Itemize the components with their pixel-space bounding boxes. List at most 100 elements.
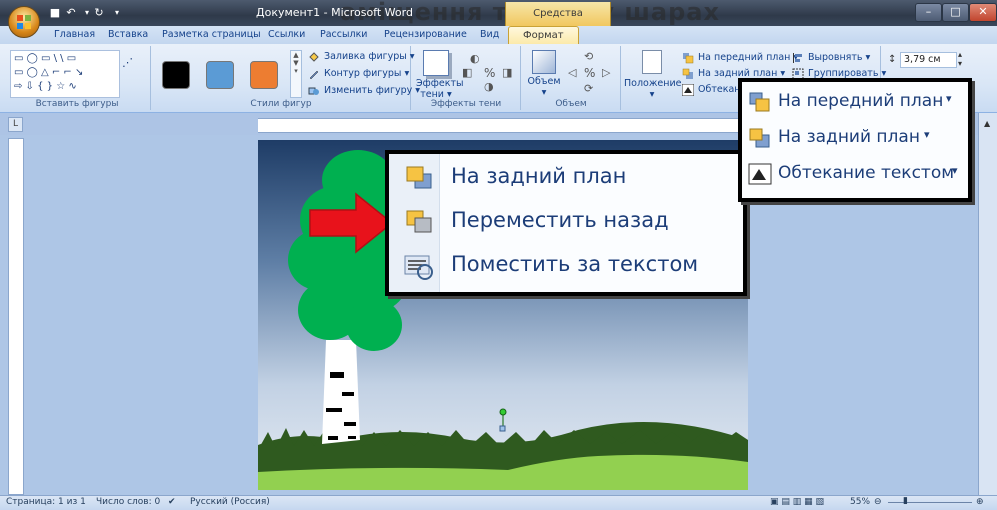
styles-scroll[interactable]: ▲ ▼ ▾ [290, 50, 302, 98]
cube-icon [532, 50, 556, 74]
tab-selector[interactable]: L [8, 117, 23, 132]
vertical-ruler[interactable] [8, 138, 24, 495]
text-wrap-icon [748, 163, 772, 185]
tab-insert[interactable]: Вставка [108, 28, 148, 44]
tilt-up-icon[interactable]: ⟲ [584, 50, 593, 63]
group-shadow-effects: Эффекты тени ▾ ◐ ◧ % ◨ ◑ Эффекты тени [412, 46, 521, 110]
position-icon [642, 50, 662, 74]
save-icon[interactable]: ■ [48, 6, 62, 20]
shape-fill-button[interactable]: Заливка фигуры ▾ [308, 50, 415, 64]
shape-height-field[interactable]: 3,79 см [900, 52, 957, 68]
group-label-shadow-effects: Эффекты тени [430, 99, 502, 109]
menu-item-behind-text[interactable]: Поместить за текстом [389, 246, 743, 286]
arrange-zoom-panel: На передний план ▾ На задний план ▾ Обте… [738, 78, 972, 202]
height-spin-icon[interactable]: ▴ ▾ [958, 50, 962, 68]
zoom-out-icon[interactable]: ⊖ [874, 497, 882, 507]
shadow-nudge-right-icon[interactable]: ◨ [502, 66, 512, 79]
tab-format[interactable]: Формат [508, 26, 579, 45]
change-shape-button[interactable]: Изменить фигуру ▾ [308, 84, 420, 98]
shadow-toggle-icon[interactable]: % [484, 66, 495, 80]
send-backward-icon [406, 210, 432, 233]
maximize-button[interactable]: □ [942, 3, 969, 22]
scroll-up-icon[interactable]: ▲ [984, 119, 990, 128]
window-title: Документ1 - Microsoft Word [256, 6, 413, 19]
pen-icon [309, 70, 319, 80]
ruler-strip [258, 118, 748, 133]
shadow-nudge-down-icon[interactable]: ◑ [484, 80, 494, 93]
shapes-gallery[interactable]: ▭ ◯ ▭ \ \ ▭ ▭ ◯ △ ⌐ ⌐ ↘ ⇨ ⇩ { } ☆ ∿ [10, 50, 120, 98]
bring-to-front-icon [749, 92, 770, 112]
tab-mailings[interactable]: Рассылки [320, 28, 367, 44]
ribbon-tabs: Главная Вставка Разметка страницы Ссылки… [0, 26, 997, 44]
zoom-send-to-back[interactable]: На задний план ▾ [742, 120, 968, 156]
group-insert-shapes: ▭ ◯ ▭ \ \ ▭ ▭ ◯ △ ⌐ ⌐ ↘ ⇨ ⇩ { } ☆ ∿ ⋰ Вс… [4, 46, 151, 110]
bring-to-front-dropdown-icon[interactable]: ▾ [946, 92, 952, 105]
zoom-text-wrap[interactable]: Обтекание текстом ▾ [742, 156, 968, 192]
style-swatch-orange[interactable] [250, 61, 278, 89]
view-buttons[interactable]: ▣ ▤ ▥ ▦ ▧ [770, 497, 824, 507]
birch-trunk [322, 340, 360, 444]
redo-icon[interactable]: ↻ [92, 6, 106, 20]
zoom-in-icon[interactable]: ⊕ [976, 497, 984, 507]
shadow-effects-button[interactable]: Эффекты тени ▾ [416, 50, 464, 100]
word-count[interactable]: Число слов: 0 [96, 497, 160, 507]
fill-bucket-icon [309, 52, 319, 62]
position-button[interactable]: Положение ▾ [624, 50, 681, 100]
align-icon [793, 53, 802, 63]
qat-customize-icon[interactable]: ▾ [110, 6, 124, 20]
tab-page-layout[interactable]: Разметка страницы [162, 28, 261, 44]
shadow-nudge-up-icon[interactable]: ◐ [470, 52, 480, 65]
group-label-volume: Объем [555, 99, 587, 109]
zoom-level[interactable]: 55% [850, 497, 870, 507]
style-swatch-black[interactable] [162, 61, 190, 89]
bring-to-front-button[interactable]: На передний план ▾ [682, 51, 798, 65]
menu-item-send-to-back[interactable]: На задний план [389, 158, 743, 198]
text-wrap-dropdown-icon[interactable]: ▾ [952, 164, 958, 177]
minimize-button[interactable]: – [915, 3, 942, 22]
office-logo-icon [17, 15, 31, 29]
shadow-nudge-left-icon[interactable]: ◧ [462, 66, 472, 79]
group-volume: Объем ▾ ⟲ ◁ % ▷ ⟳ Объем [522, 46, 621, 110]
shape-outline-button[interactable]: Контур фигуры ▾ [308, 67, 409, 81]
edit-shape-icon[interactable]: ⋰ [122, 56, 133, 69]
menu-item-send-backward[interactable]: Переместить назад [389, 202, 743, 242]
behind-text-icon [404, 255, 433, 280]
undo-icon[interactable]: ↶ [64, 6, 78, 20]
shadow-icon [423, 50, 449, 76]
page-count[interactable]: Страница: 1 из 1 [6, 497, 86, 507]
tilt-down-icon[interactable]: ⟳ [584, 82, 593, 95]
send-to-back-dropdown-icon[interactable]: ▾ [924, 128, 930, 141]
style-swatch-blue[interactable] [206, 61, 234, 89]
group-label-insert-shapes: Вставить фигуры [35, 99, 119, 109]
tab-review[interactable]: Рецензирование [384, 28, 467, 44]
resize-handle[interactable] [499, 425, 506, 432]
tilt-left-icon[interactable]: ◁ [568, 66, 576, 79]
status-bar: Страница: 1 из 1 Число слов: 0 ✔ Русский… [0, 495, 997, 510]
volume-button[interactable]: Объем ▾ [526, 50, 562, 98]
rotation-handle[interactable] [499, 408, 507, 416]
zoom-slider-thumb[interactable]: ▮ [903, 496, 908, 506]
vertical-scrollbar[interactable]: ▲ [978, 113, 997, 495]
tab-home[interactable]: Главная [54, 28, 95, 44]
volume-toggle-icon[interactable]: % [584, 66, 595, 80]
red-arrow-icon [309, 192, 394, 254]
close-button[interactable]: ✕ [969, 3, 997, 22]
text-wrap-icon [682, 84, 694, 96]
tab-view[interactable]: Вид [480, 28, 499, 44]
tab-references[interactable]: Ссылки [268, 28, 305, 44]
context-tab-title: Средства рисования [505, 2, 611, 43]
align-button[interactable]: Выровнять ▾ [792, 51, 870, 65]
office-button[interactable] [8, 6, 40, 38]
group-shape-styles: ▲ ▼ ▾ Заливка фигуры ▾ Контур фигуры ▾ Изм… [152, 46, 420, 110]
proofing-icon[interactable]: ✔ [168, 497, 176, 507]
title-bar: аміщення тексту у шарах ■ ↶ ▾ ↻ ▾ Докуме… [0, 0, 997, 43]
language-indicator[interactable]: Русский (Россия) [190, 497, 270, 507]
send-to-back-icon [749, 128, 770, 148]
group-label-shape-styles: Стили фигур [250, 99, 312, 109]
zoom-slider[interactable] [888, 502, 972, 503]
send-to-back-icon [682, 68, 693, 79]
tilt-right-icon[interactable]: ▷ [602, 66, 610, 79]
zoom-bring-to-front[interactable]: На передний план ▾ [742, 84, 968, 120]
send-backward-menu: На задний план Переместить назад Помести… [385, 150, 747, 296]
bring-to-front-icon [683, 53, 694, 64]
